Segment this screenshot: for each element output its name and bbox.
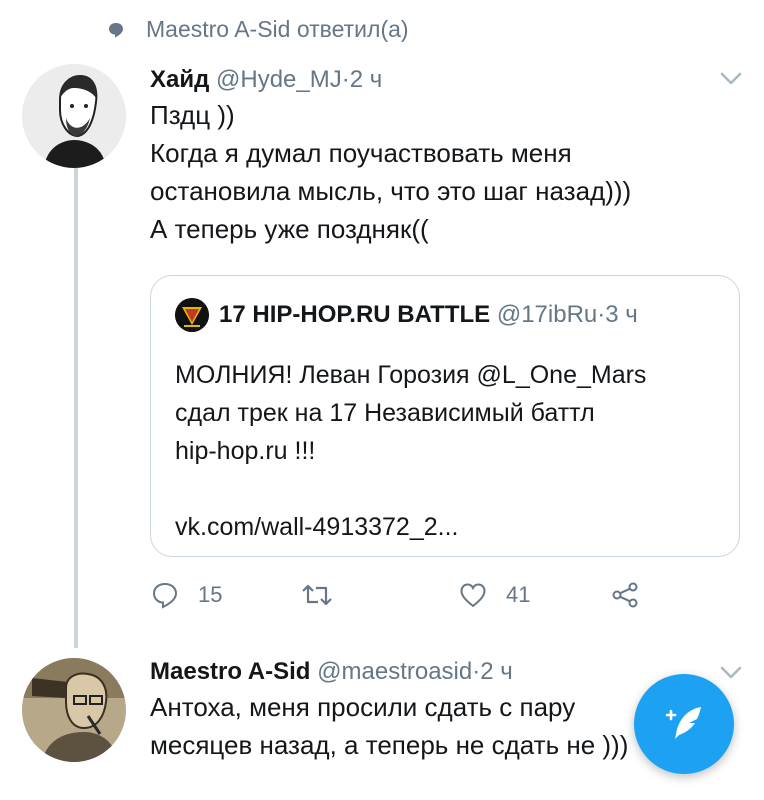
- like-action[interactable]: 41: [458, 580, 530, 610]
- quoted-tweet-text: МОЛНИЯ! Леван Горозия @L_One_Mars сдал т…: [175, 356, 725, 546]
- reply-icon: [152, 582, 178, 609]
- avatar-hyde[interactable]: [22, 64, 126, 168]
- tweet1-author-name[interactable]: Хайд: [150, 66, 209, 94]
- quoted-author-handle[interactable]: @17ibRu: [497, 301, 597, 329]
- tweet2-separator: ·: [472, 658, 481, 685]
- reply-action[interactable]: 15: [150, 580, 222, 610]
- like-count: 41: [506, 582, 531, 607]
- tweet1-menu-chevron-down-icon[interactable]: [720, 72, 742, 86]
- tweet1-separator: ·: [341, 66, 350, 93]
- tweet1-text-line: остановила мысль, что это шаг назад))): [150, 176, 632, 206]
- avatar-portrait-icon: [22, 64, 126, 168]
- compose-feather-icon: [665, 707, 701, 739]
- quoted-separator: ·: [597, 301, 606, 328]
- avatar-portrait-icon: [22, 658, 126, 762]
- quoted-text-line: hip-hop.ru !!!: [175, 437, 316, 465]
- tweet2-author-handle[interactable]: @maestroasid: [317, 658, 472, 686]
- quoted-text-line: МОЛНИЯ! Леван Горозия @L_One_Mars: [175, 361, 647, 389]
- tweet2-menu-chevron-down-icon[interactable]: [720, 666, 742, 680]
- quoted-avatar-logo-icon[interactable]: [175, 298, 209, 332]
- retweet-action[interactable]: [300, 580, 334, 610]
- share-icon: [612, 582, 638, 608]
- reply-context-text: Maestro A-Sid ответил(а): [146, 16, 409, 42]
- quoted-text-line: сдал трек на 17 Независимый баттл: [175, 399, 595, 427]
- tweet1-text-line: А теперь уже поздняк((: [150, 214, 429, 244]
- quoted-link[interactable]: vk.com/wall-4913372_2...: [175, 508, 725, 546]
- heart-icon: [460, 583, 486, 608]
- avatar-maestro[interactable]: [22, 658, 126, 762]
- tweet1-text-line: Когда я думал поучаствовать меня: [150, 138, 572, 168]
- tweet1-timestamp[interactable]: 2 ч: [350, 66, 383, 94]
- tweet1-text: Пздц )) Когда я думал поучаствовать меня…: [150, 96, 750, 248]
- reply-bubble-icon: [109, 22, 123, 37]
- reply-count: 15: [198, 582, 223, 607]
- tweet1-text-line: Пздц )): [150, 100, 235, 130]
- quoted-tweet-header: 17 HIP-HOP.RU BATTLE @17ibRu · 3 ч: [175, 298, 638, 332]
- tweet1-header: Хайд @Hyde_MJ · 2 ч: [150, 66, 382, 94]
- quoted-text-line: [175, 470, 725, 508]
- tweet2-header: Maestro A-Sid @maestroasid · 2 ч: [150, 658, 513, 686]
- tweet2-author-name[interactable]: Maestro A-Sid: [150, 658, 310, 686]
- tweet1-author-handle[interactable]: @Hyde_MJ: [216, 66, 342, 94]
- quoted-tweet-card[interactable]: 17 HIP-HOP.RU BATTLE @17ibRu · 3 ч МОЛНИ…: [150, 275, 740, 557]
- quoted-author-name[interactable]: 17 HIP-HOP.RU BATTLE: [219, 301, 490, 329]
- compose-tweet-button[interactable]: [634, 674, 734, 774]
- thread-line: [74, 168, 78, 648]
- retweet-icon: [302, 584, 332, 606]
- reply-context: Maestro A-Sid ответил(а): [108, 16, 409, 43]
- quoted-timestamp[interactable]: 3 ч: [605, 301, 638, 329]
- share-action[interactable]: [610, 580, 640, 615]
- tweet2-timestamp[interactable]: 2 ч: [480, 658, 513, 686]
